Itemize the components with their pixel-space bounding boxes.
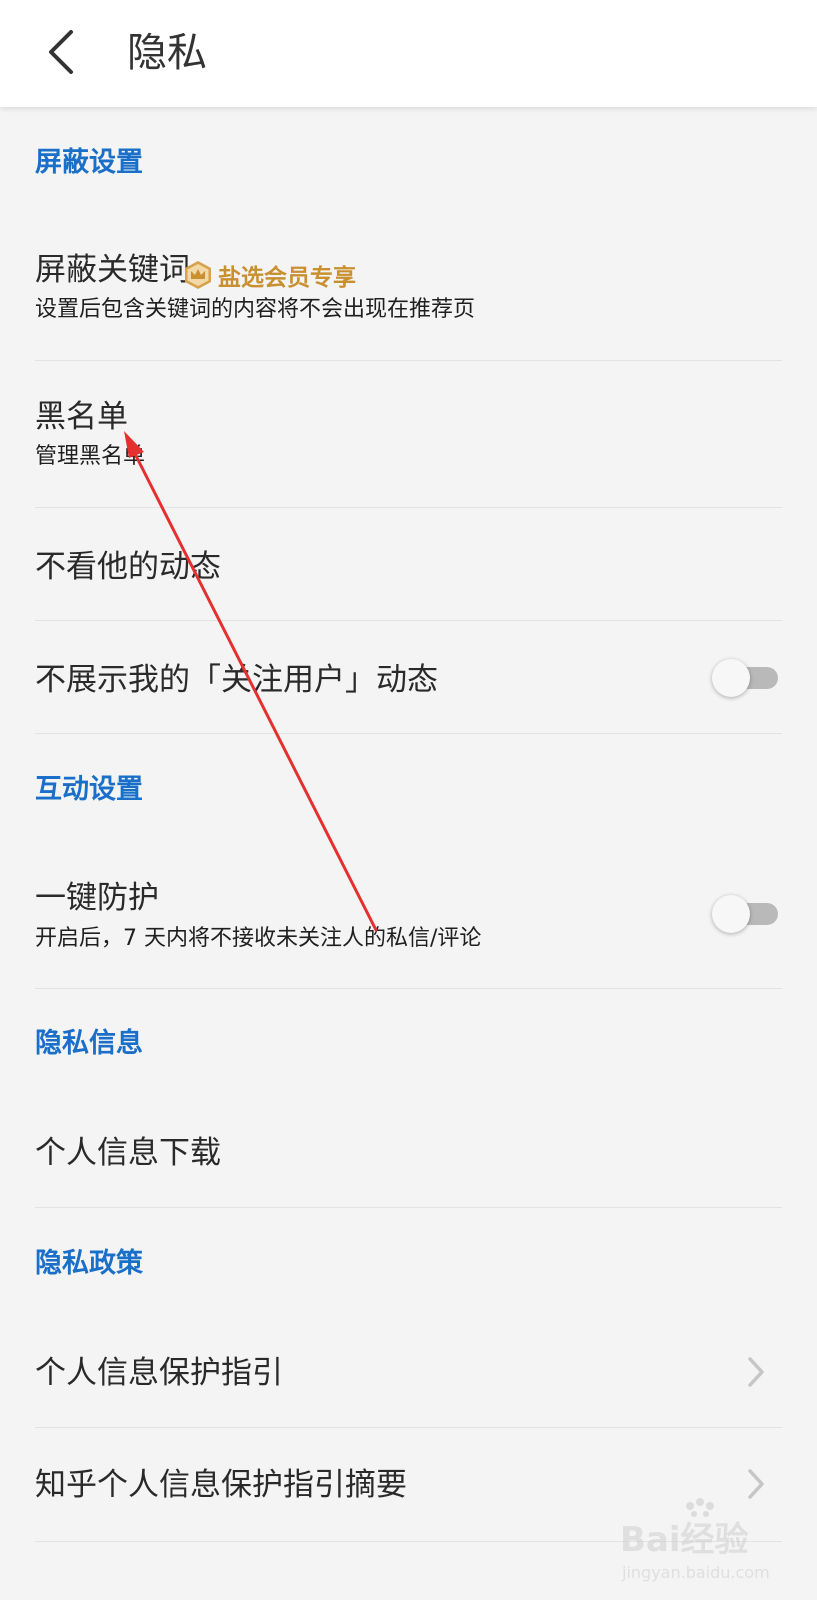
one-key-protection-row: 一键防护 开启后，7 天内将不接收未关注人的私信/评论 bbox=[35, 840, 782, 989]
row-title: 不展示我的「关注用户」动态 bbox=[35, 662, 438, 698]
info-protection-guide-summary-row[interactable]: 知乎个人信息保护指引摘要 bbox=[35, 1427, 782, 1542]
row-title: 个人信息保护指引 bbox=[35, 1355, 283, 1391]
crown-hexagon-icon bbox=[185, 261, 211, 289]
section-title-info: 隐私信息 bbox=[35, 1028, 143, 1059]
personal-info-download-row[interactable]: 个人信息下载 bbox=[35, 1095, 782, 1208]
blocked-keywords-row[interactable]: 屏蔽关键词 设置后包含关键词的内容将不会出现在推荐页 bbox=[35, 210, 782, 361]
one-key-protection-toggle[interactable] bbox=[712, 895, 778, 933]
hide-following-toggle[interactable] bbox=[712, 659, 778, 697]
toggle-knob bbox=[712, 895, 750, 933]
row-title: 黑名单 bbox=[35, 399, 128, 435]
row-subtitle: 管理黑名单 bbox=[35, 444, 146, 469]
chevron-left-icon bbox=[49, 30, 73, 74]
row-subtitle: 设置后包含关键词的内容将不会出现在推荐页 bbox=[35, 297, 476, 322]
section-title-block: 屏蔽设置 bbox=[35, 147, 143, 178]
row-title: 一键防护 bbox=[35, 880, 159, 916]
section-title-interact: 互动设置 bbox=[35, 774, 143, 805]
row-subtitle: 开启后，7 天内将不接收未关注人的私信/评论 bbox=[35, 926, 482, 951]
watermark-url: jingyan.baidu.com bbox=[621, 1563, 770, 1582]
row-title: 屏蔽关键词 bbox=[35, 252, 190, 288]
chevron-right-icon bbox=[748, 1357, 764, 1387]
hide-following-feeds-row: 不展示我的「关注用户」动态 bbox=[35, 620, 782, 734]
page-title: 隐私 bbox=[127, 30, 207, 76]
vip-badge: 盐选会员专享 bbox=[184, 258, 356, 292]
blacklist-row[interactable]: 黑名单 管理黑名单 bbox=[35, 360, 782, 508]
back-button[interactable] bbox=[30, 20, 90, 84]
chevron-right-icon bbox=[748, 1469, 764, 1499]
row-title: 不看他的动态 bbox=[35, 549, 221, 585]
top-app-bar: 隐私 bbox=[0, 0, 817, 107]
toggle-knob bbox=[712, 659, 750, 697]
row-title: 个人信息下载 bbox=[35, 1135, 221, 1171]
info-protection-guide-row[interactable]: 个人信息保护指引 bbox=[35, 1315, 782, 1428]
section-title-policy: 隐私政策 bbox=[35, 1248, 143, 1279]
row-title: 知乎个人信息保护指引摘要 bbox=[35, 1467, 407, 1503]
vip-badge-label: 盐选会员专享 bbox=[218, 265, 356, 291]
hide-feeds-row[interactable]: 不看他的动态 bbox=[35, 507, 782, 621]
